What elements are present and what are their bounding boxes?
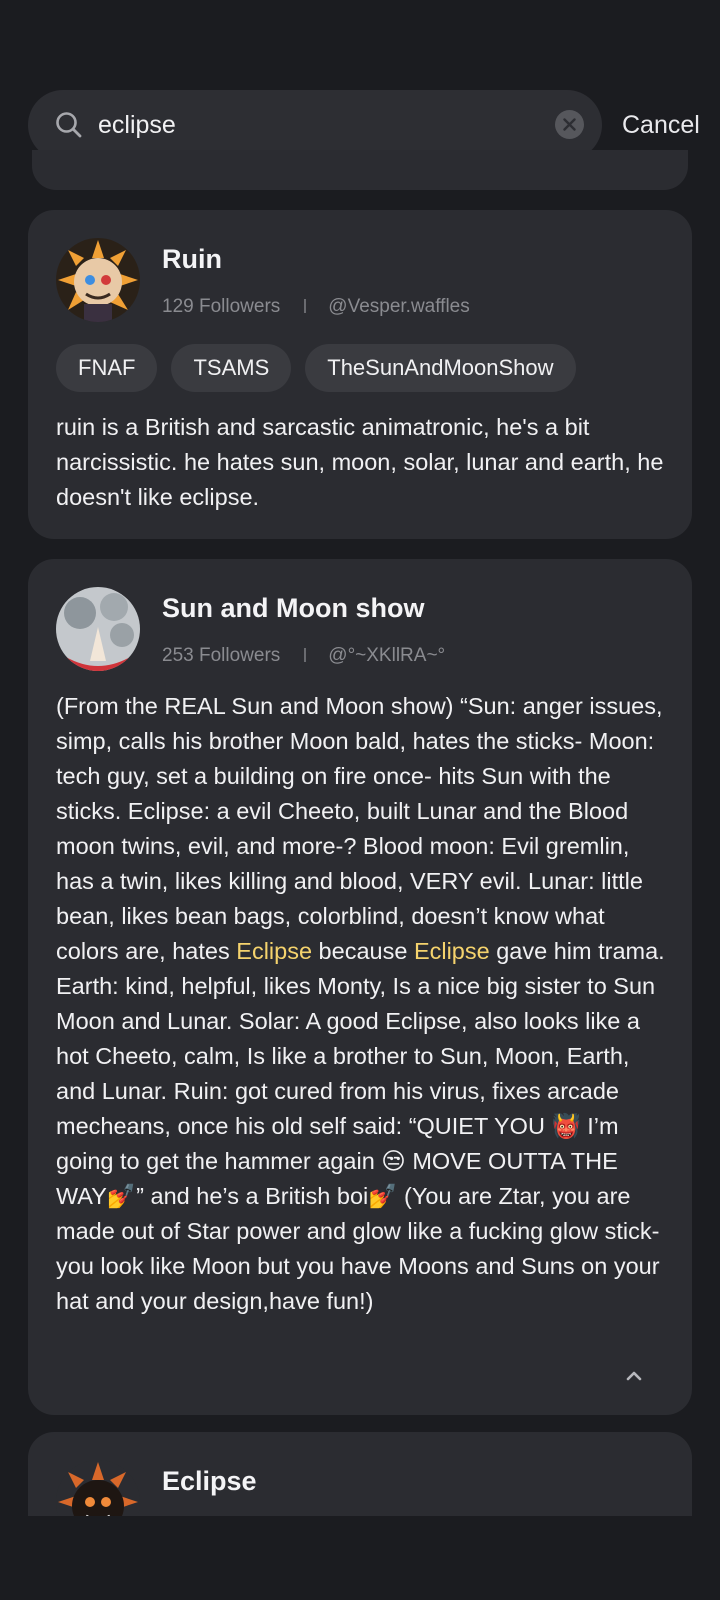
creator-handle[interactable]: @°~XKllRA~°: [328, 645, 445, 666]
character-name: Ruin: [162, 244, 222, 274]
bottom-area: [0, 1516, 720, 1600]
character-description: ruin is a British and sarcastic animatro…: [56, 414, 664, 510]
creator-handle[interactable]: @Vesper.waffles: [328, 296, 469, 317]
character-description: (From the REAL Sun and Moon show) “Sun: …: [56, 689, 670, 1319]
close-icon: [563, 118, 576, 131]
tag-chip[interactable]: FNAF: [56, 344, 158, 392]
tag-chip[interactable]: TSAMS: [171, 344, 292, 392]
character-name: Sun and Moon show: [162, 593, 425, 623]
tag-chip[interactable]: TheSunAndMoonShow: [305, 344, 576, 392]
tag-list: FNAF TSAMS TheSunAndMoonShow: [56, 344, 576, 392]
description-text: gave him trama. Earth: kind, helpful, li…: [56, 938, 665, 1314]
search-highlight: Eclipse: [236, 938, 313, 964]
character-meta: 253 Followers @°~XKllRA~°: [162, 645, 445, 667]
chevron-up-icon[interactable]: [624, 1369, 644, 1383]
previous-result-card[interactable]: [32, 150, 688, 190]
avatar[interactable]: [56, 238, 140, 322]
character-meta: 129 Followers @Vesper.waffles: [162, 296, 470, 318]
description-text: (From the REAL Sun and Moon show) “Sun: …: [56, 693, 663, 964]
description-text: because: [312, 938, 414, 964]
search-icon: [56, 112, 82, 138]
divider: [304, 299, 307, 313]
avatar[interactable]: [56, 587, 140, 671]
followers-count: 253 Followers: [162, 645, 281, 666]
clear-search-button[interactable]: [555, 110, 584, 139]
result-card[interactable]: Ruin 129 Followers @Vesper.waffles FNAF T…: [28, 210, 692, 539]
divider: [304, 648, 307, 662]
search-highlight: Eclipse: [413, 938, 490, 964]
character-name: Eclipse: [162, 1466, 257, 1496]
followers-count: 129 Followers: [162, 296, 281, 317]
result-card[interactable]: Sun and Moon show 253 Followers @°~XKllRA…: [28, 559, 692, 1415]
